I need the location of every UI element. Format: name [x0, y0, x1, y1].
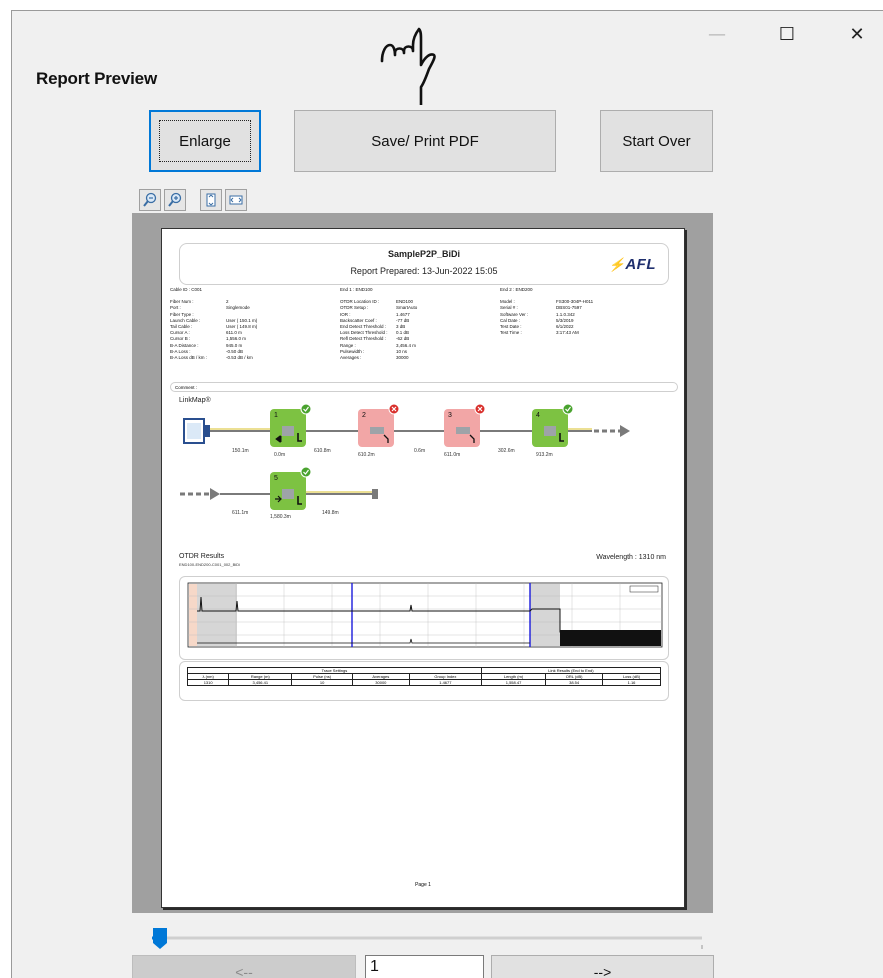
report-preview-window: — ☐ ✕ Report Preview Enlarge Save/ Print… [11, 10, 883, 978]
page-title: Report Preview [36, 69, 157, 88]
table-cell: 1310 [186, 679, 230, 686]
maximize-button[interactable]: ☐ [764, 19, 810, 49]
otdr-trace-panel [179, 576, 669, 660]
zoom-slider[interactable] [132, 923, 713, 951]
zoom-in-icon[interactable] [164, 189, 186, 211]
table-cell: 1,558.47 [480, 679, 547, 686]
distance-label: 1,580.3m [270, 514, 291, 520]
table-cell: 1.16 [602, 679, 661, 686]
table-cell: 10 [291, 679, 353, 686]
minimize-button[interactable]: — [694, 19, 740, 49]
event-1: 1 [270, 403, 312, 447]
page-number-input[interactable]: 1 [365, 955, 484, 978]
fit-height-icon[interactable] [200, 189, 222, 211]
trace-file-name: END100-END200-C001_002_BiDi [179, 562, 240, 567]
enlarge-button-label: Enlarge [159, 120, 251, 162]
start-over-button[interactable]: Start Over [600, 110, 713, 172]
table-cell: 30000 [351, 679, 410, 686]
distance-label: 149.8m [322, 510, 339, 516]
close-button[interactable]: ✕ [834, 19, 880, 49]
distance-label: 913.2m [536, 452, 553, 458]
next-page-button[interactable]: --> [491, 955, 714, 978]
slider-thumb [153, 928, 167, 949]
distance-label: 610.8m [314, 448, 331, 454]
event-3: 3 [444, 403, 486, 447]
svg-text:4: 4 [536, 412, 540, 419]
svg-text:1: 1 [274, 412, 278, 419]
table-cell: 3,456.41 [228, 679, 293, 686]
svg-text:2: 2 [362, 412, 366, 419]
pointer-hand-icon [380, 27, 436, 105]
event-2: 2 [358, 403, 400, 447]
table-cell: 38.54 [545, 679, 604, 686]
save-print-pdf-button[interactable]: Save/ Print PDF [294, 110, 556, 172]
results-table: Trace Settings Link Results (End to End) … [186, 667, 662, 686]
zoom-out-icon[interactable] [139, 189, 161, 211]
print-preview-area[interactable]: SampleP2P_BiDi Report Prepared: 13-Jun-2… [132, 213, 713, 913]
distance-label: 302.6m [498, 448, 515, 454]
distance-label: 611.0m [444, 452, 461, 458]
otdr-results-label: OTDR Results [179, 553, 225, 560]
svg-text:3: 3 [448, 412, 452, 419]
page-footer: Page 1 [415, 882, 431, 888]
title-bar: — ☐ ✕ [12, 11, 883, 59]
enlarge-button[interactable]: Enlarge [149, 110, 261, 172]
report-page: SampleP2P_BiDi Report Prepared: 13-Jun-2… [161, 228, 685, 908]
distance-label: 0.0m [274, 452, 286, 458]
distance-label: 611.1m [232, 510, 249, 516]
event-4: 4 [532, 403, 574, 447]
otdr-trace-chart [187, 582, 663, 648]
previous-page-button[interactable]: <-- [132, 955, 356, 978]
distance-label: 610.2m [358, 452, 375, 458]
svg-text:5: 5 [274, 475, 278, 482]
wavelength-label: Wavelength : 1310 nm [596, 554, 666, 561]
fit-width-icon[interactable] [225, 189, 247, 211]
distance-label: 0.6m [414, 448, 426, 454]
event-5: 5 [270, 466, 312, 510]
otdr-screen [187, 423, 201, 439]
distance-label: 150.1m [232, 448, 249, 454]
zoom-toolbar [139, 189, 247, 211]
linkmap-diagram: 1 2 3 4 5 [180, 403, 630, 510]
table-cell: 1.4677 [408, 679, 482, 686]
results-table-panel: Trace Settings Link Results (End to End) … [179, 661, 669, 701]
